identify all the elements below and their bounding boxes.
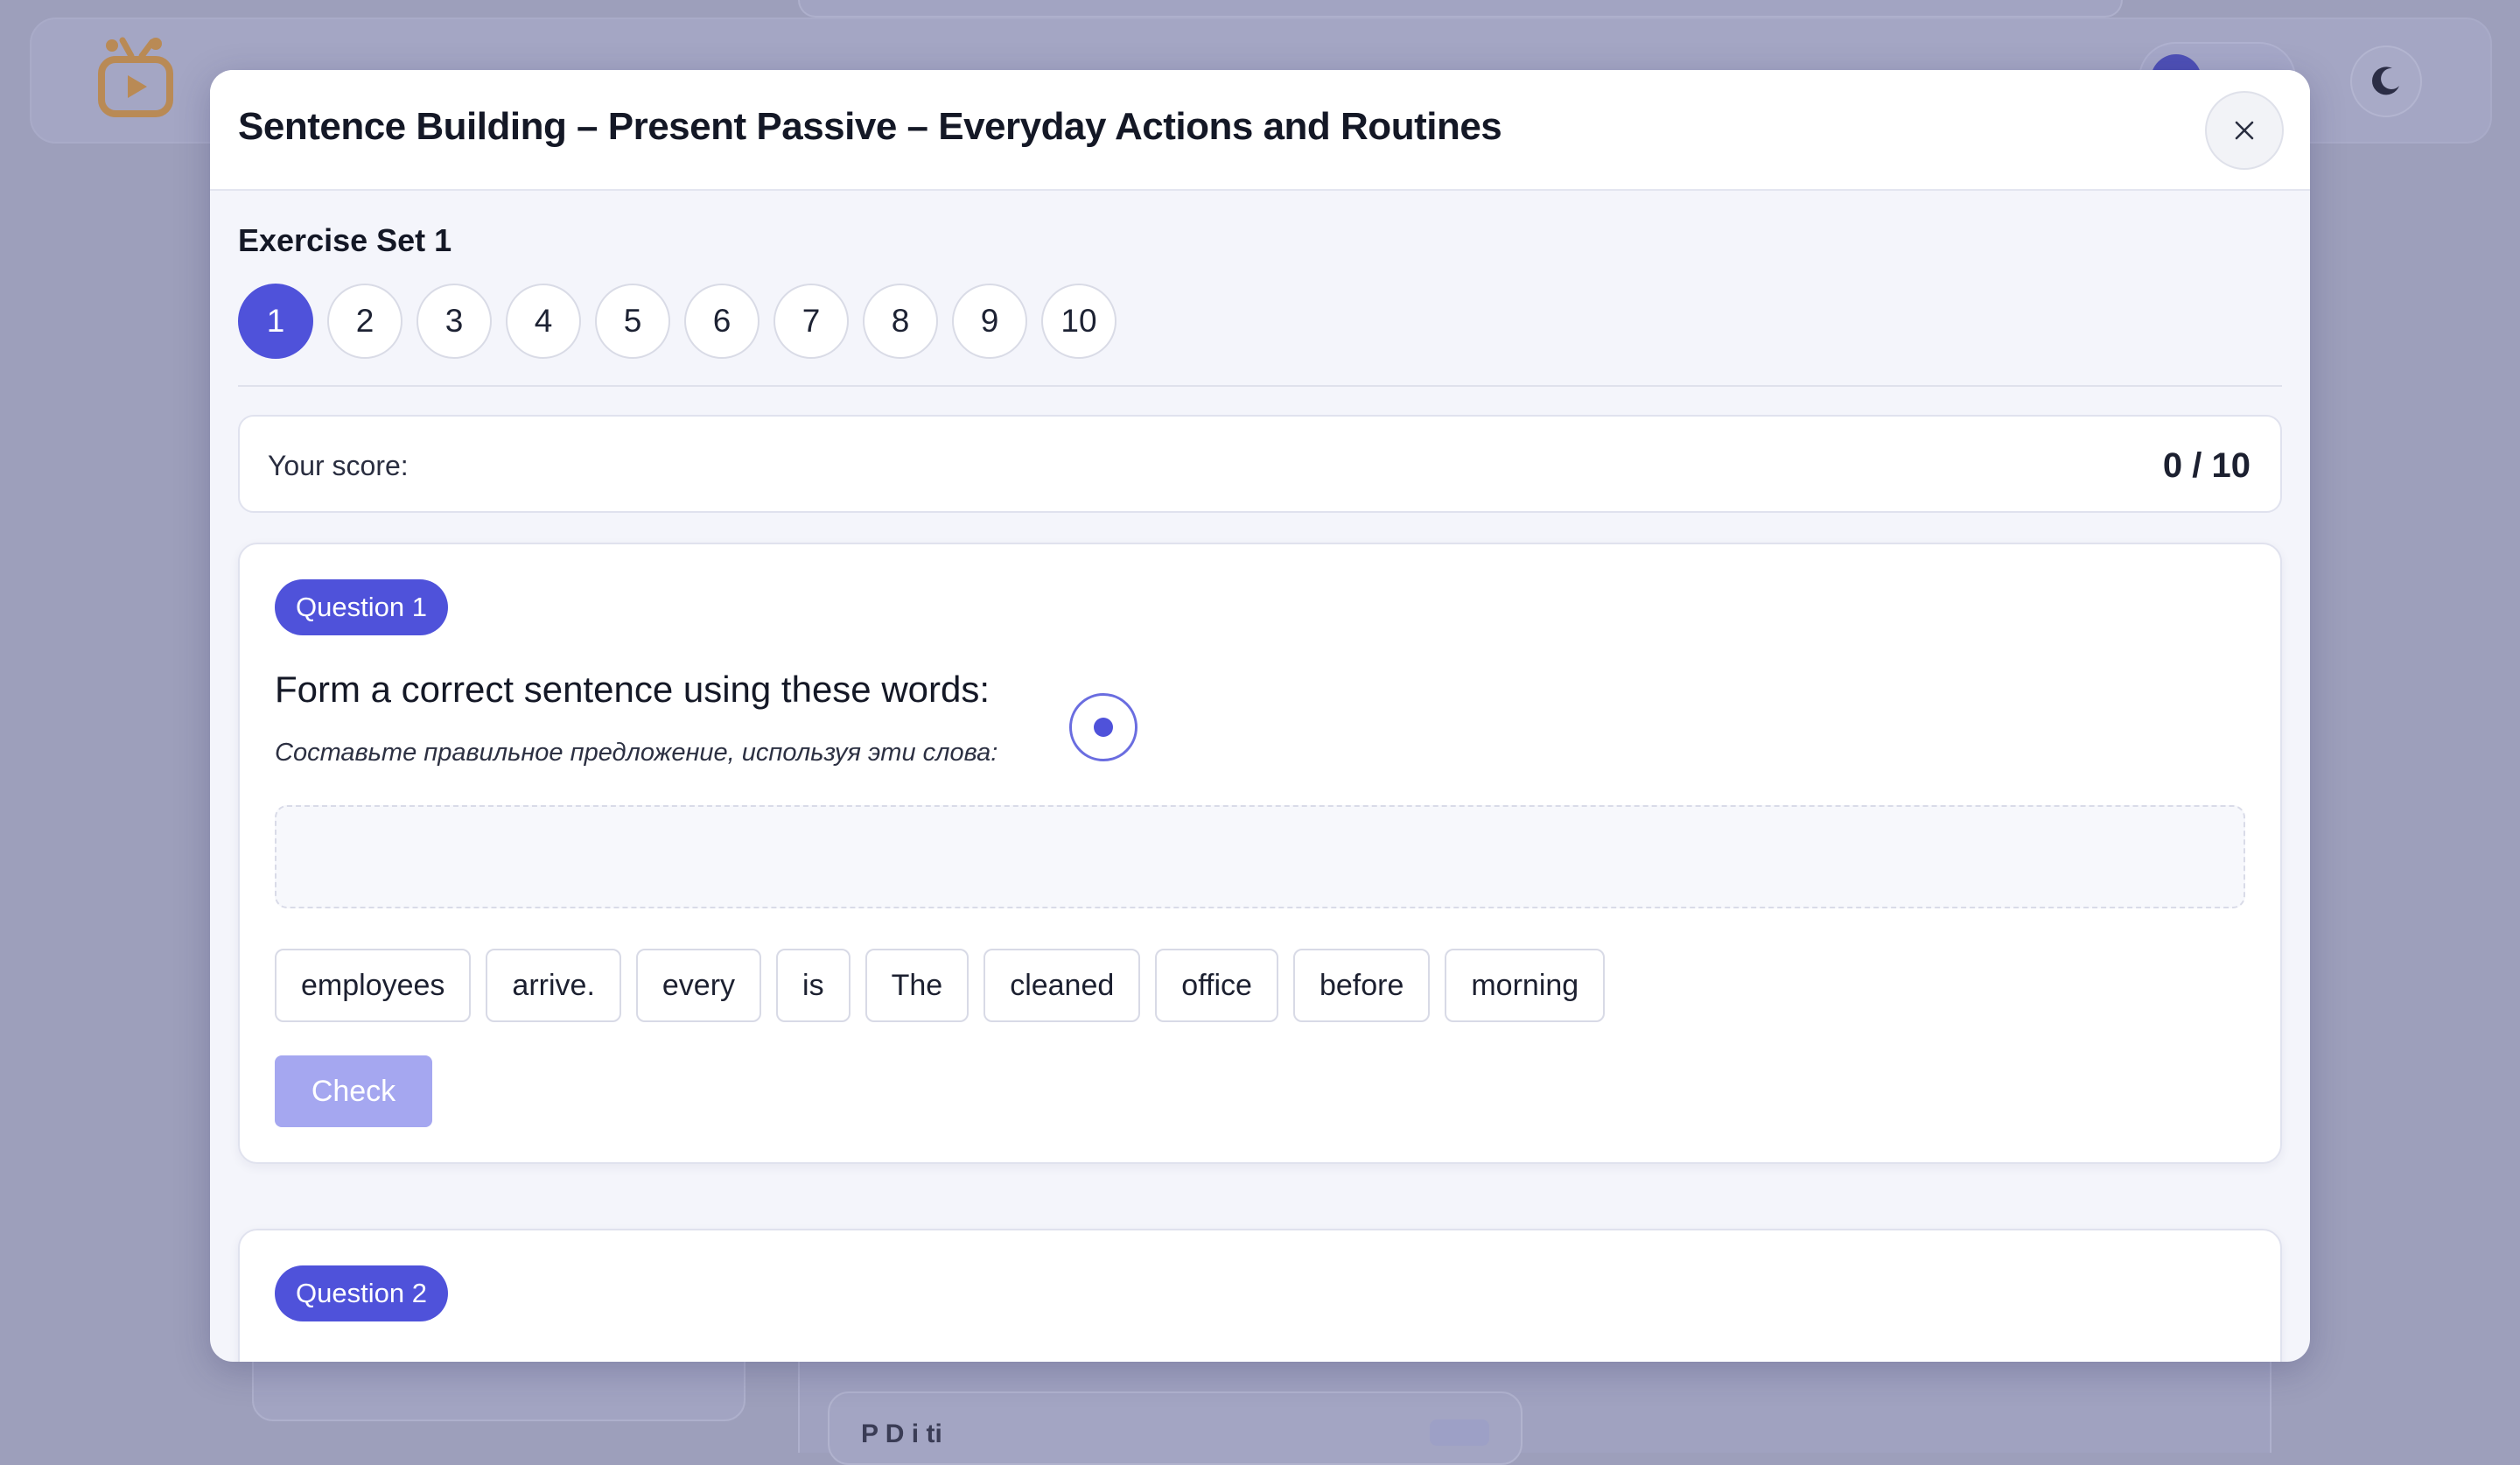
tv-logo-icon: [98, 37, 173, 117]
moon-icon: [2372, 67, 2399, 95]
question-prompt-translation: Составьте правильное предложение, исполь…: [275, 739, 998, 767]
background-theme-toggle: [2350, 46, 2422, 117]
word-chip[interactable]: arrive.: [486, 949, 621, 1022]
score-value: 0 / 10: [2162, 446, 2250, 485]
question-number-9[interactable]: 9: [952, 284, 1027, 359]
question-number-4[interactable]: 4: [506, 284, 581, 359]
question-badge: Question 1: [275, 579, 448, 635]
close-button[interactable]: [2205, 91, 2284, 170]
word-chip[interactable]: office: [1155, 949, 1278, 1022]
question-number-10[interactable]: 10: [1041, 284, 1116, 359]
modal-header: Sentence Building – Present Passive – Ev…: [210, 70, 2310, 191]
word-chip[interactable]: The: [864, 949, 970, 1022]
question-number-8[interactable]: 8: [863, 284, 938, 359]
word-chip[interactable]: is: [776, 949, 850, 1022]
question-number-5[interactable]: 5: [595, 284, 670, 359]
question-number-1[interactable]: 1: [238, 284, 313, 359]
exercise-modal: Sentence Building – Present Passive – Ev…: [210, 70, 2310, 1362]
question-number-nav: 1 2 3 4 5 6 7 8 9 10: [238, 284, 1116, 359]
answer-drop-zone[interactable]: [275, 805, 2245, 908]
question-number-6[interactable]: 6: [684, 284, 760, 359]
question-card: Question 2: [238, 1229, 2282, 1362]
background-partial-text: P D i ti: [861, 1419, 942, 1448]
word-chip[interactable]: cleaned: [984, 949, 1141, 1022]
question-card: Question 1 Form a correct sentence using…: [238, 543, 2282, 1164]
word-bank: employees arrive. every is The cleaned o…: [275, 949, 1606, 1022]
background-chip: [1430, 1419, 1489, 1446]
word-chip[interactable]: employees: [275, 949, 472, 1022]
score-label: Your score:: [268, 450, 409, 481]
score-card: Your score: 0 / 10: [238, 415, 2282, 513]
word-chip[interactable]: before: [1292, 949, 1431, 1022]
question-number-2[interactable]: 2: [327, 284, 402, 359]
close-icon: [2235, 121, 2254, 140]
exercise-set-label: Exercise Set 1: [238, 222, 452, 258]
question-badge: Question 2: [275, 1265, 448, 1321]
check-button[interactable]: Check: [275, 1055, 432, 1127]
question-number-3[interactable]: 3: [416, 284, 492, 359]
question-prompt: Form a correct sentence using these word…: [275, 669, 990, 710]
word-chip[interactable]: every: [635, 949, 762, 1022]
audio-play-button[interactable]: [1069, 693, 1138, 761]
word-chip[interactable]: morning: [1445, 949, 1606, 1022]
background-top-card: [798, 0, 2123, 18]
question-number-7[interactable]: 7: [774, 284, 849, 359]
modal-title: Sentence Building – Present Passive – Ev…: [238, 105, 1502, 148]
audio-play-icon: [1094, 718, 1113, 737]
divider: [238, 385, 2282, 387]
